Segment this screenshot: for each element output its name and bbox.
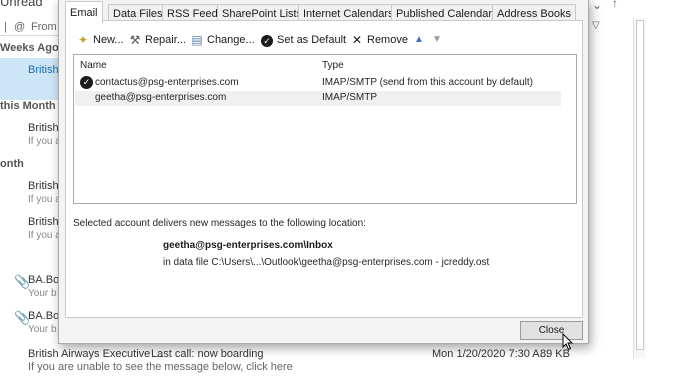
list-item-preview: If you a bbox=[28, 194, 61, 205]
set-default-label: Set as Default bbox=[277, 34, 347, 46]
chevron-down-icon[interactable]: ⌄ bbox=[592, 0, 602, 12]
tab-email[interactable]: Email bbox=[65, 1, 103, 23]
set-default-button[interactable]: ✓ Set as Default bbox=[260, 31, 346, 49]
change-icon: ▤ bbox=[191, 33, 203, 47]
list-item-preview: If you a bbox=[28, 136, 61, 147]
scrollbar-thumb[interactable] bbox=[636, 20, 644, 350]
message-date: Mon 1/20/2020 7:30 A... bbox=[432, 348, 549, 360]
arrow-up-icon[interactable]: ↑ bbox=[612, 0, 618, 10]
table-row[interactable]: British Airways Executive ... Last call:… bbox=[0, 344, 640, 382]
new-account-icon: ✦ bbox=[77, 33, 89, 47]
arrow-down-icon: ▼ bbox=[432, 34, 442, 45]
email-accounts-panel: ✦ New... ⚒ Repair... ▤ Change... ✓ Set a… bbox=[65, 20, 583, 318]
wrench-icon: ⚒ bbox=[129, 33, 141, 47]
list-item-from: British bbox=[28, 64, 59, 76]
list-item-preview: Your b bbox=[28, 288, 57, 299]
list-item-preview: If you a bbox=[28, 230, 61, 241]
message-preview: If you are unable to see the message bel… bbox=[28, 361, 293, 373]
delivery-data-file: in data file C:\Users\...\Outlook\geetha… bbox=[163, 257, 490, 268]
repair-label: Repair... bbox=[145, 34, 186, 46]
flag-column-icon[interactable]: | bbox=[4, 21, 7, 33]
new-account-button[interactable]: ✦ New... bbox=[76, 31, 124, 49]
account-settings-dialog: Email Data Files RSS Feeds SharePoint Li… bbox=[58, 0, 589, 344]
column-header-type[interactable]: Type bbox=[322, 60, 344, 71]
group-header[interactable]: this Month bbox=[0, 100, 56, 112]
mouse-cursor-icon bbox=[562, 333, 574, 351]
account-name: geetha@psg-enterprises.com bbox=[95, 92, 227, 103]
move-up-button[interactable]: ▲ bbox=[412, 31, 426, 49]
column-header-name[interactable]: Name bbox=[80, 60, 107, 71]
filter-icon[interactable]: ▽ bbox=[592, 20, 600, 31]
arrow-up-icon: ▲ bbox=[414, 34, 424, 45]
delivery-location-label: Selected account delivers new messages t… bbox=[73, 218, 366, 229]
remove-button[interactable]: ✕ Remove bbox=[350, 31, 408, 49]
group-header[interactable]: Weeks Ago bbox=[0, 42, 59, 54]
reading-pane-edge bbox=[646, 0, 681, 382]
message-list-scrollbar[interactable] bbox=[633, 18, 646, 358]
move-down-button[interactable]: ▼ bbox=[430, 31, 444, 49]
change-button[interactable]: ▤ Change... bbox=[190, 31, 255, 49]
account-type: IMAP/SMTP bbox=[322, 92, 378, 103]
account-type: IMAP/SMTP (send from this account by def… bbox=[322, 77, 534, 88]
message-from: British Airways Executive ... bbox=[28, 348, 163, 360]
close-icon: ✕ bbox=[351, 33, 363, 47]
accounts-table: Name Type ✓ contactus@psg-enterprises.co… bbox=[73, 54, 577, 204]
default-account-check-icon: ✓ bbox=[80, 76, 93, 89]
table-row[interactable]: ✓ contactus@psg-enterprises.com IMAP/SMT… bbox=[75, 76, 561, 91]
account-name: contactus@psg-enterprises.com bbox=[95, 77, 239, 88]
repair-button[interactable]: ⚒ Repair... bbox=[128, 31, 186, 49]
message-subject: Last call: now boarding bbox=[151, 348, 264, 360]
from-column-header[interactable]: From bbox=[31, 21, 57, 33]
change-label: Change... bbox=[207, 34, 255, 46]
table-row[interactable]: geetha@psg-enterprises.com IMAP/SMTP bbox=[75, 91, 561, 106]
delivery-folder-path: geetha@psg-enterprises.com\Inbox bbox=[163, 240, 333, 251]
group-header[interactable]: onth bbox=[0, 158, 24, 170]
list-item-preview: Your b bbox=[28, 324, 57, 335]
new-account-label: New... bbox=[93, 34, 124, 46]
checkmark-icon: ✓ bbox=[260, 33, 274, 47]
attachment-column-icon[interactable]: @ bbox=[14, 21, 25, 33]
unread-filter-label[interactable]: Unread bbox=[0, 0, 43, 9]
remove-label: Remove bbox=[367, 34, 408, 46]
